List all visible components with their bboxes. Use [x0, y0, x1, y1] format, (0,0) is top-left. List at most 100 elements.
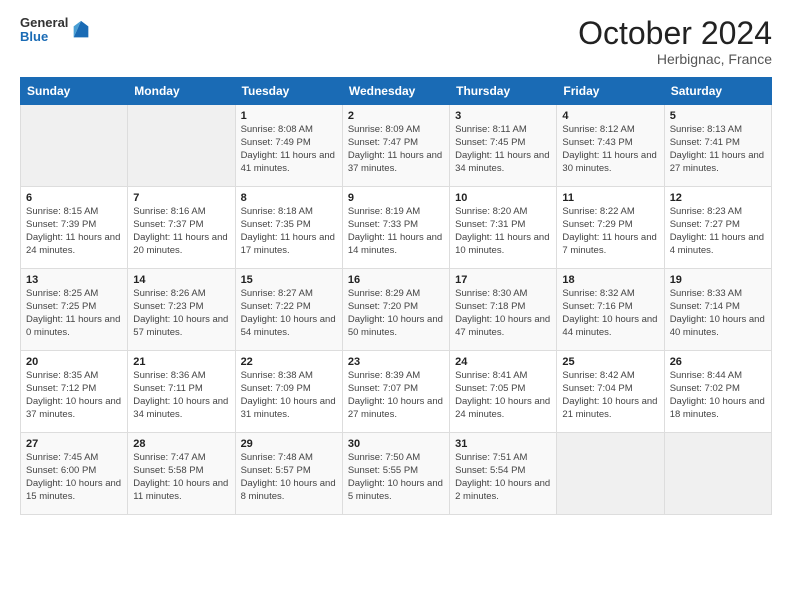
day-cell: 31 Sunrise: 7:51 AMSunset: 5:54 PMDayligh… — [450, 433, 557, 515]
day-number: 1 — [241, 110, 337, 122]
logo-text: General Blue — [20, 16, 68, 45]
week-row-3: 13Sunrise: 8:25 AMSunset: 7:25 PMDayligh… — [21, 269, 772, 351]
day-number: 20 — [26, 356, 122, 368]
day-number: 2 — [348, 110, 444, 122]
week-row-4: 20 Sunrise: 8:35 AMSunset: 7:12 PMDayligh… — [21, 351, 772, 433]
day-cell: 4 Sunrise: 8:12 AMSunset: 7:43 PMDaylight… — [557, 105, 664, 187]
day-cell: 8 Sunrise: 8:18 AMSunset: 7:35 PMDaylight… — [235, 187, 342, 269]
day-cell: 25Sunrise: 8:42 AMSunset: 7:04 PMDayligh… — [557, 351, 664, 433]
col-header-friday: Friday — [557, 78, 664, 105]
day-cell: 23 Sunrise: 8:39 AMSunset: 7:07 PMDayligh… — [342, 351, 449, 433]
day-number: 16 — [348, 274, 444, 286]
day-detail: Sunrise: 8:29 AMSunset: 7:20 PMDaylight:… — [348, 288, 444, 339]
logo-icon — [70, 19, 92, 41]
col-header-saturday: Saturday — [664, 78, 771, 105]
day-cell: 5Sunrise: 8:13 AMSunset: 7:41 PMDaylight… — [664, 105, 771, 187]
day-detail: Sunrise: 8:16 AMSunset: 7:37 PMDaylight:… — [133, 206, 229, 257]
day-detail: Sunrise: 8:20 AMSunset: 7:31 PMDaylight:… — [455, 206, 551, 257]
day-number: 9 — [348, 192, 444, 204]
day-cell: 11 Sunrise: 8:22 AMSunset: 7:29 PMDayligh… — [557, 187, 664, 269]
col-header-tuesday: Tuesday — [235, 78, 342, 105]
day-cell: 21Sunrise: 8:36 AMSunset: 7:11 PMDayligh… — [128, 351, 235, 433]
page: General Blue October 2024 Herbignac, Fra… — [0, 0, 792, 612]
day-detail: Sunrise: 8:08 AMSunset: 7:49 PMDaylight:… — [241, 124, 337, 175]
day-detail: Sunrise: 8:11 AMSunset: 7:45 PMDaylight:… — [455, 124, 551, 175]
day-detail: Sunrise: 8:38 AMSunset: 7:09 PMDaylight:… — [241, 370, 337, 421]
day-number: 6 — [26, 192, 122, 204]
week-row-1: 1 Sunrise: 8:08 AMSunset: 7:49 PMDaylight… — [21, 105, 772, 187]
day-detail: Sunrise: 8:35 AMSunset: 7:12 PMDaylight:… — [26, 370, 122, 421]
header: General Blue October 2024 Herbignac, Fra… — [20, 16, 772, 67]
day-cell — [21, 105, 128, 187]
day-cell: 19 Sunrise: 8:33 AMSunset: 7:14 PMDayligh… — [664, 269, 771, 351]
day-detail: Sunrise: 8:36 AMSunset: 7:11 PMDaylight:… — [133, 370, 229, 421]
day-detail: Sunrise: 8:33 AMSunset: 7:14 PMDaylight:… — [670, 288, 766, 339]
location: Herbignac, France — [578, 51, 772, 67]
day-cell: 16 Sunrise: 8:29 AMSunset: 7:20 PMDayligh… — [342, 269, 449, 351]
day-number: 28 — [133, 438, 229, 450]
day-detail: Sunrise: 8:23 AMSunset: 7:27 PMDaylight:… — [670, 206, 766, 257]
day-number: 11 — [562, 192, 658, 204]
logo-blue: Blue — [20, 30, 68, 44]
logo: General Blue — [20, 16, 92, 45]
day-cell: 15 Sunrise: 8:27 AMSunset: 7:22 PMDayligh… — [235, 269, 342, 351]
day-cell: 22 Sunrise: 8:38 AMSunset: 7:09 PMDayligh… — [235, 351, 342, 433]
day-cell: 10 Sunrise: 8:20 AMSunset: 7:31 PMDayligh… — [450, 187, 557, 269]
day-number: 27 — [26, 438, 122, 450]
day-detail: Sunrise: 7:50 AMSunset: 5:55 PMDaylight:… — [348, 452, 444, 503]
day-detail: Sunrise: 8:30 AMSunset: 7:18 PMDaylight:… — [455, 288, 551, 339]
day-detail: Sunrise: 7:51 AMSunset: 5:54 PMDaylight:… — [455, 452, 551, 503]
day-cell: 18Sunrise: 8:32 AMSunset: 7:16 PMDayligh… — [557, 269, 664, 351]
day-cell — [128, 105, 235, 187]
day-number: 10 — [455, 192, 551, 204]
day-cell — [557, 433, 664, 515]
day-number: 17 — [455, 274, 551, 286]
title-block: October 2024 Herbignac, France — [578, 16, 772, 67]
day-cell: 3 Sunrise: 8:11 AMSunset: 7:45 PMDaylight… — [450, 105, 557, 187]
day-detail: Sunrise: 8:26 AMSunset: 7:23 PMDaylight:… — [133, 288, 229, 339]
day-detail: Sunrise: 8:12 AMSunset: 7:43 PMDaylight:… — [562, 124, 658, 175]
day-detail: Sunrise: 7:45 AMSunset: 6:00 PMDaylight:… — [26, 452, 122, 503]
day-cell: 13Sunrise: 8:25 AMSunset: 7:25 PMDayligh… — [21, 269, 128, 351]
day-number: 23 — [348, 356, 444, 368]
day-cell: 2 Sunrise: 8:09 AMSunset: 7:47 PMDaylight… — [342, 105, 449, 187]
day-number: 3 — [455, 110, 551, 122]
day-number: 4 — [562, 110, 658, 122]
day-number: 14 — [133, 274, 229, 286]
day-cell: 1 Sunrise: 8:08 AMSunset: 7:49 PMDaylight… — [235, 105, 342, 187]
day-cell: 6 Sunrise: 8:15 AMSunset: 7:39 PMDaylight… — [21, 187, 128, 269]
day-number: 15 — [241, 274, 337, 286]
day-number: 19 — [670, 274, 766, 286]
day-number: 13 — [26, 274, 122, 286]
day-cell: 30 Sunrise: 7:50 AMSunset: 5:55 PMDayligh… — [342, 433, 449, 515]
col-header-sunday: Sunday — [21, 78, 128, 105]
day-number: 26 — [670, 356, 766, 368]
col-header-monday: Monday — [128, 78, 235, 105]
day-detail: Sunrise: 8:39 AMSunset: 7:07 PMDaylight:… — [348, 370, 444, 421]
day-number: 29 — [241, 438, 337, 450]
day-cell: 14 Sunrise: 8:26 AMSunset: 7:23 PMDayligh… — [128, 269, 235, 351]
day-number: 31 — [455, 438, 551, 450]
day-cell: 20 Sunrise: 8:35 AMSunset: 7:12 PMDayligh… — [21, 351, 128, 433]
day-detail: Sunrise: 8:41 AMSunset: 7:05 PMDaylight:… — [455, 370, 551, 421]
day-cell — [664, 433, 771, 515]
day-detail: Sunrise: 8:09 AMSunset: 7:47 PMDaylight:… — [348, 124, 444, 175]
day-detail: Sunrise: 8:22 AMSunset: 7:29 PMDaylight:… — [562, 206, 658, 257]
week-row-2: 6 Sunrise: 8:15 AMSunset: 7:39 PMDaylight… — [21, 187, 772, 269]
day-number: 12 — [670, 192, 766, 204]
week-row-5: 27 Sunrise: 7:45 AMSunset: 6:00 PMDayligh… — [21, 433, 772, 515]
month-title: October 2024 — [578, 16, 772, 51]
col-header-thursday: Thursday — [450, 78, 557, 105]
calendar-table: SundayMondayTuesdayWednesdayThursdayFrid… — [20, 77, 772, 515]
day-number: 8 — [241, 192, 337, 204]
day-detail: Sunrise: 8:42 AMSunset: 7:04 PMDaylight:… — [562, 370, 658, 421]
day-cell: 9Sunrise: 8:19 AMSunset: 7:33 PMDaylight… — [342, 187, 449, 269]
day-number: 22 — [241, 356, 337, 368]
col-header-wednesday: Wednesday — [342, 78, 449, 105]
day-detail: Sunrise: 8:27 AMSunset: 7:22 PMDaylight:… — [241, 288, 337, 339]
day-detail: Sunrise: 8:32 AMSunset: 7:16 PMDaylight:… — [562, 288, 658, 339]
header-row: SundayMondayTuesdayWednesdayThursdayFrid… — [21, 78, 772, 105]
day-detail: Sunrise: 8:18 AMSunset: 7:35 PMDaylight:… — [241, 206, 337, 257]
day-detail: Sunrise: 8:15 AMSunset: 7:39 PMDaylight:… — [26, 206, 122, 257]
day-number: 30 — [348, 438, 444, 450]
